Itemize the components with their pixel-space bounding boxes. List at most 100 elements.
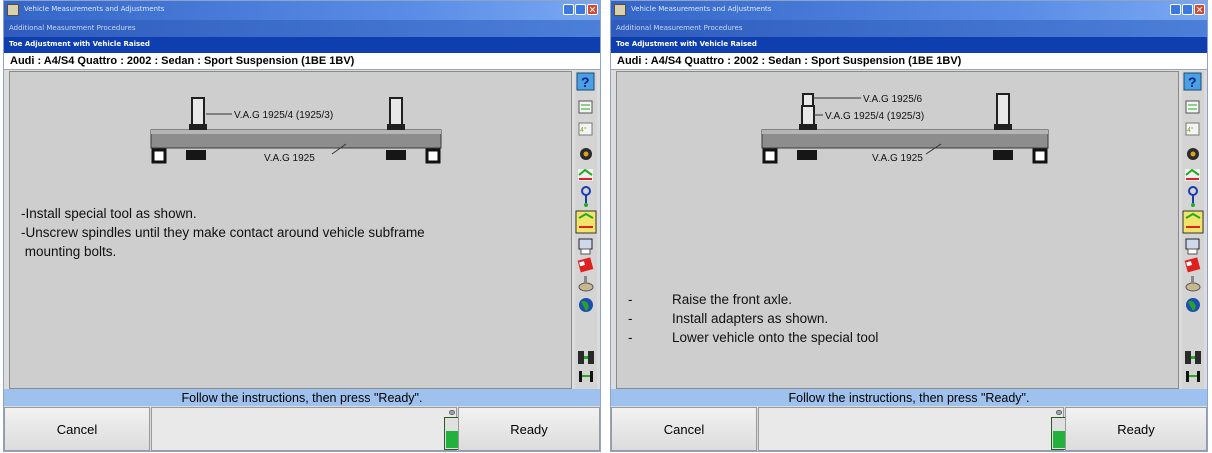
close-button[interactable]: [587, 4, 598, 15]
ready-button[interactable]: Ready: [458, 407, 600, 451]
status-message: Follow the instructions, then press "Rea…: [181, 391, 423, 405]
softkey-bar: Cancel Ready: [4, 407, 600, 453]
instruction-panel: V.A.G 1925/6 V.A.G 1925/4 (1925/3) V.A.G…: [616, 71, 1179, 389]
right-spindle-nut: [994, 124, 1012, 130]
caster-icon[interactable]: [1188, 186, 1198, 207]
subheader-title: Additional Measurement Procedures: [616, 24, 743, 32]
diagram-label-adapter: V.A.G 1925/6: [863, 94, 923, 105]
right-spindle: [996, 93, 1010, 127]
softkey-bar: Cancel Ready: [611, 407, 1207, 453]
procedure-bar: Toe Adjustment with Vehicle Raised: [4, 37, 600, 53]
left-spindle-nut: [189, 124, 207, 130]
cancel-button[interactable]: Cancel: [4, 407, 150, 451]
cancel-button[interactable]: Cancel: [611, 407, 757, 451]
minimize-button[interactable]: [563, 4, 574, 15]
alignment-indicator-icon[interactable]: [1185, 351, 1201, 364]
maximize-button[interactable]: [1182, 4, 1193, 15]
instruction-line: -Install special tool as shown.: [21, 206, 197, 221]
vehicle-spec: Audi : A4/S4 Quattro : 2002 : Sedan : Sp…: [617, 55, 962, 67]
instruction-line: - Install adapters as shown.: [628, 309, 1148, 328]
instructions-text: - Raise the front axle. - Install adapte…: [628, 290, 1148, 347]
instruction-dash: -: [628, 292, 633, 307]
measure-icon[interactable]: 4°: [578, 122, 593, 136]
adjust-icon[interactable]: [578, 168, 593, 181]
window-title-bar: Vehicle Measurements and Adjustments: [4, 1, 600, 20]
toe-indicator-icon[interactable]: [1186, 371, 1200, 382]
vehicle-bar: Audi : A4/S4 Quattro : 2002 : Sedan : Sp…: [4, 53, 600, 70]
tools-icon[interactable]: [1185, 276, 1201, 292]
close-button[interactable]: [1194, 4, 1205, 15]
active-procedure-icon[interactable]: [1182, 210, 1204, 234]
wheel-icon[interactable]: [580, 148, 592, 160]
vehicle-spec: Audi : A4/S4 Quattro : 2002 : Sedan : Sp…: [10, 55, 355, 67]
level-softkey: [758, 407, 1067, 451]
procedure-title: Toe Adjustment with Vehicle Raised: [9, 40, 150, 48]
toolbar-icons: ? 4°: [575, 72, 597, 382]
right-end-block: [1032, 148, 1048, 164]
alignment-indicator-icon[interactable]: [578, 351, 594, 364]
window-title: Vehicle Measurements and Adjustments: [631, 5, 772, 13]
special-tool-diagram: V.A.G 1925/4 (1925/3) V.A.G 1925: [150, 97, 442, 164]
subheader-bar: Additional Measurement Procedures: [4, 20, 600, 37]
toolbar-icons: ? 4°: [1182, 72, 1204, 382]
procedure-bar: Toe Adjustment with Vehicle Raised: [611, 37, 1207, 53]
alignment-window-left: Vehicle Measurements and Adjustments Add…: [3, 0, 601, 452]
left-end-block: [762, 148, 778, 164]
status-bar: Follow the instructions, then press "Rea…: [4, 389, 600, 406]
wheel-icon[interactable]: [1187, 148, 1199, 160]
instruction-text: Lower vehicle onto the special tool: [672, 330, 879, 345]
level-softkey: [151, 407, 460, 451]
alignment-window-right: Vehicle Measurements and Adjustments Add…: [610, 0, 1208, 452]
maximize-button[interactable]: [575, 4, 586, 15]
flag-icon[interactable]: [577, 257, 594, 273]
toe-indicator-icon[interactable]: [579, 371, 593, 382]
right-spindle-nut: [387, 124, 405, 130]
tool-beam-highlight: [762, 130, 1048, 134]
vehicle-bar: Audi : A4/S4 Quattro : 2002 : Sedan : Sp…: [611, 53, 1207, 70]
print-icon[interactable]: [578, 238, 593, 255]
active-procedure-icon[interactable]: [575, 210, 597, 234]
left-spindle: [801, 105, 815, 127]
specs-icon[interactable]: [578, 100, 593, 114]
help-icon[interactable]: ?: [1183, 72, 1202, 91]
left-foot: [797, 150, 817, 160]
specs-icon[interactable]: [1185, 100, 1200, 114]
level-meter-fill: [446, 431, 458, 448]
caster-icon[interactable]: [581, 186, 591, 207]
svg-text:?: ?: [581, 74, 590, 90]
minimize-button[interactable]: [1170, 4, 1181, 15]
globe-icon[interactable]: [1186, 298, 1200, 312]
cancel-label: Cancel: [663, 421, 705, 437]
diagram-label-beam: V.A.G 1925: [264, 153, 315, 164]
ready-label: Ready: [510, 421, 548, 437]
diagram-label-spindle: V.A.G 1925/4 (1925/3): [825, 111, 924, 122]
instruction-text: Install adapters as shown.: [672, 311, 829, 326]
window-title-bar: Vehicle Measurements and Adjustments: [611, 1, 1207, 20]
diagram-label-beam: V.A.G 1925: [872, 153, 923, 164]
flag-icon[interactable]: [1184, 257, 1201, 273]
instruction-line: -Unscrew spindles until they make contac…: [21, 225, 425, 240]
instruction-dash: -: [628, 330, 633, 345]
ready-button[interactable]: Ready: [1065, 407, 1207, 451]
measure-icon[interactable]: 4°: [1185, 122, 1200, 136]
adjust-icon[interactable]: [1185, 168, 1200, 181]
svg-text:?: ?: [1188, 74, 1197, 90]
right-foot: [386, 150, 406, 160]
diagram-label-spindle: V.A.G 1925/4 (1925/3): [234, 110, 333, 121]
right-end-block: [425, 148, 441, 164]
tools-icon[interactable]: [578, 276, 594, 292]
status-bar: Follow the instructions, then press "Rea…: [611, 389, 1207, 406]
special-tool-diagram: V.A.G 1925/6 V.A.G 1925/4 (1925/3) V.A.G…: [761, 93, 1049, 164]
print-icon[interactable]: [1185, 238, 1200, 255]
subheader-title: Additional Measurement Procedures: [9, 24, 136, 32]
instruction-text: Raise the front axle.: [672, 292, 793, 307]
help-icon[interactable]: ?: [576, 72, 595, 91]
left-spindle: [191, 97, 205, 127]
left-end-block: [151, 148, 167, 164]
right-toolbar: ? 4°: [575, 71, 597, 389]
right-toolbar: ? 4°: [1182, 71, 1204, 389]
left-adapter: [802, 93, 814, 107]
level-meter-cap: [1056, 410, 1062, 415]
subheader-bar: Additional Measurement Procedures: [611, 20, 1207, 37]
globe-icon[interactable]: [579, 298, 593, 312]
